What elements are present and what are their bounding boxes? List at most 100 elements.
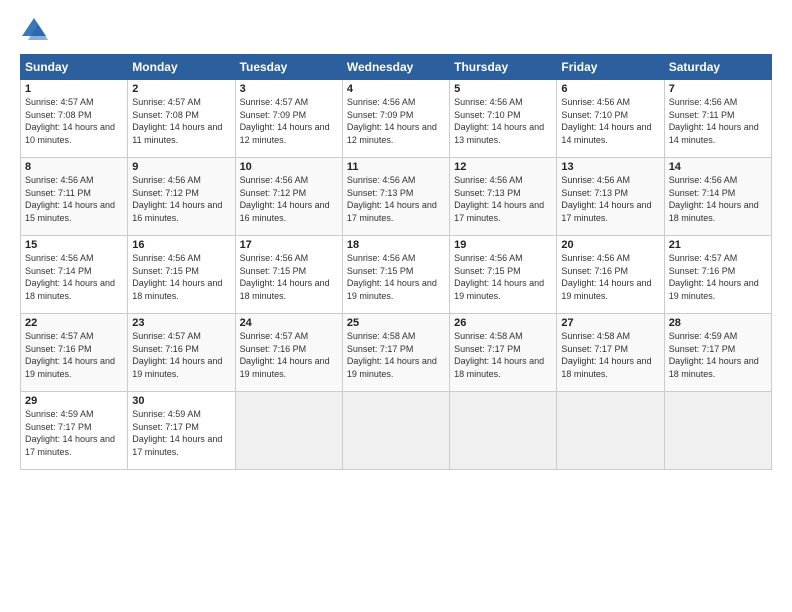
calendar-cell: 26 Sunrise: 4:58 AMSunset: 7:17 PMDayligh… — [450, 314, 557, 392]
day-number: 1 — [25, 83, 123, 95]
day-number: 22 — [25, 317, 123, 329]
page: SundayMondayTuesdayWednesdayThursdayFrid… — [0, 0, 792, 612]
day-number: 19 — [454, 239, 552, 251]
day-number: 15 — [25, 239, 123, 251]
calendar-cell: 6Sunrise: 4:56 AMSunset: 7:10 PMDaylight… — [557, 80, 664, 158]
day-number: 14 — [669, 161, 767, 173]
day-info: Sunrise: 4:59 AMSunset: 7:17 PMDaylight:… — [25, 409, 115, 457]
calendar-cell: 2Sunrise: 4:57 AMSunset: 7:08 PMDaylight… — [128, 80, 235, 158]
calendar-cell: 10 Sunrise: 4:56 AMSunset: 7:12 PMDayligh… — [235, 158, 342, 236]
calendar-cell: 16 Sunrise: 4:56 AMSunset: 7:15 PMDayligh… — [128, 236, 235, 314]
day-number: 24 — [240, 317, 338, 329]
calendar-week-row: 15 Sunrise: 4:56 AMSunset: 7:14 PMDayligh… — [21, 236, 772, 314]
day-number: 13 — [561, 161, 659, 173]
calendar-cell: 3Sunrise: 4:57 AMSunset: 7:09 PMDaylight… — [235, 80, 342, 158]
day-number: 3 — [240, 83, 338, 95]
day-info: Sunrise: 4:56 AMSunset: 7:13 PMDaylight:… — [561, 175, 651, 223]
day-number: 2 — [132, 83, 230, 95]
calendar-header-row: SundayMondayTuesdayWednesdayThursdayFrid… — [21, 55, 772, 80]
day-info: Sunrise: 4:56 AMSunset: 7:16 PMDaylight:… — [561, 253, 651, 301]
day-info: Sunrise: 4:56 AMSunset: 7:09 PMDaylight:… — [347, 97, 437, 145]
day-info: Sunrise: 4:56 AMSunset: 7:11 PMDaylight:… — [669, 97, 759, 145]
day-info: Sunrise: 4:59 AMSunset: 7:17 PMDaylight:… — [669, 331, 759, 379]
col-header-saturday: Saturday — [664, 55, 771, 80]
day-number: 21 — [669, 239, 767, 251]
calendar-cell: 12 Sunrise: 4:56 AMSunset: 7:13 PMDayligh… — [450, 158, 557, 236]
day-number: 18 — [347, 239, 445, 251]
day-number: 29 — [25, 395, 123, 407]
day-info: Sunrise: 4:58 AMSunset: 7:17 PMDaylight:… — [561, 331, 651, 379]
day-info: Sunrise: 4:56 AMSunset: 7:10 PMDaylight:… — [454, 97, 544, 145]
day-number: 5 — [454, 83, 552, 95]
day-info: Sunrise: 4:58 AMSunset: 7:17 PMDaylight:… — [347, 331, 437, 379]
day-number: 17 — [240, 239, 338, 251]
calendar-cell — [664, 392, 771, 470]
calendar-cell: 17 Sunrise: 4:56 AMSunset: 7:15 PMDayligh… — [235, 236, 342, 314]
day-number: 25 — [347, 317, 445, 329]
day-number: 16 — [132, 239, 230, 251]
calendar-cell: 22 Sunrise: 4:57 AMSunset: 7:16 PMDayligh… — [21, 314, 128, 392]
calendar-cell: 7Sunrise: 4:56 AMSunset: 7:11 PMDaylight… — [664, 80, 771, 158]
header — [20, 16, 772, 44]
day-info: Sunrise: 4:57 AMSunset: 7:16 PMDaylight:… — [132, 331, 222, 379]
day-number: 23 — [132, 317, 230, 329]
day-info: Sunrise: 4:56 AMSunset: 7:15 PMDaylight:… — [347, 253, 437, 301]
calendar-cell: 20 Sunrise: 4:56 AMSunset: 7:16 PMDayligh… — [557, 236, 664, 314]
day-info: Sunrise: 4:56 AMSunset: 7:15 PMDaylight:… — [454, 253, 544, 301]
calendar-cell: 25 Sunrise: 4:58 AMSunset: 7:17 PMDayligh… — [342, 314, 449, 392]
day-info: Sunrise: 4:59 AMSunset: 7:17 PMDaylight:… — [132, 409, 222, 457]
day-number: 30 — [132, 395, 230, 407]
day-info: Sunrise: 4:56 AMSunset: 7:15 PMDaylight:… — [240, 253, 330, 301]
day-info: Sunrise: 4:57 AMSunset: 7:08 PMDaylight:… — [25, 97, 115, 145]
calendar-cell — [342, 392, 449, 470]
calendar-cell: 19 Sunrise: 4:56 AMSunset: 7:15 PMDayligh… — [450, 236, 557, 314]
day-number: 10 — [240, 161, 338, 173]
day-info: Sunrise: 4:56 AMSunset: 7:13 PMDaylight:… — [454, 175, 544, 223]
col-header-sunday: Sunday — [21, 55, 128, 80]
calendar-cell: 14Sunrise: 4:56 AMSunset: 7:14 PMDayligh… — [664, 158, 771, 236]
calendar: SundayMondayTuesdayWednesdayThursdayFrid… — [20, 54, 772, 470]
col-header-thursday: Thursday — [450, 55, 557, 80]
col-header-wednesday: Wednesday — [342, 55, 449, 80]
calendar-week-row: 8 Sunrise: 4:56 AMSunset: 7:11 PMDaylight… — [21, 158, 772, 236]
calendar-cell: 21Sunrise: 4:57 AMSunset: 7:16 PMDayligh… — [664, 236, 771, 314]
day-info: Sunrise: 4:57 AMSunset: 7:16 PMDaylight:… — [240, 331, 330, 379]
day-number: 8 — [25, 161, 123, 173]
calendar-cell: 15 Sunrise: 4:56 AMSunset: 7:14 PMDayligh… — [21, 236, 128, 314]
calendar-cell: 5 Sunrise: 4:56 AMSunset: 7:10 PMDaylight… — [450, 80, 557, 158]
calendar-week-row: 29 Sunrise: 4:59 AMSunset: 7:17 PMDayligh… — [21, 392, 772, 470]
day-number: 11 — [347, 161, 445, 173]
day-number: 26 — [454, 317, 552, 329]
calendar-cell: 28Sunrise: 4:59 AMSunset: 7:17 PMDayligh… — [664, 314, 771, 392]
day-number: 20 — [561, 239, 659, 251]
day-info: Sunrise: 4:57 AMSunset: 7:16 PMDaylight:… — [25, 331, 115, 379]
calendar-cell: 24 Sunrise: 4:57 AMSunset: 7:16 PMDayligh… — [235, 314, 342, 392]
calendar-cell: 30 Sunrise: 4:59 AMSunset: 7:17 PMDayligh… — [128, 392, 235, 470]
calendar-cell: 8 Sunrise: 4:56 AMSunset: 7:11 PMDaylight… — [21, 158, 128, 236]
calendar-cell: 13 Sunrise: 4:56 AMSunset: 7:13 PMDayligh… — [557, 158, 664, 236]
day-number: 6 — [561, 83, 659, 95]
calendar-cell: 27Sunrise: 4:58 AMSunset: 7:17 PMDayligh… — [557, 314, 664, 392]
calendar-cell: 9Sunrise: 4:56 AMSunset: 7:12 PMDaylight… — [128, 158, 235, 236]
calendar-cell: 18 Sunrise: 4:56 AMSunset: 7:15 PMDayligh… — [342, 236, 449, 314]
col-header-tuesday: Tuesday — [235, 55, 342, 80]
day-info: Sunrise: 4:56 AMSunset: 7:12 PMDaylight:… — [240, 175, 330, 223]
calendar-cell: 11 Sunrise: 4:56 AMSunset: 7:13 PMDayligh… — [342, 158, 449, 236]
day-number: 12 — [454, 161, 552, 173]
calendar-cell — [235, 392, 342, 470]
calendar-cell — [450, 392, 557, 470]
calendar-cell — [557, 392, 664, 470]
calendar-cell: 29 Sunrise: 4:59 AMSunset: 7:17 PMDayligh… — [21, 392, 128, 470]
calendar-week-row: 1 Sunrise: 4:57 AMSunset: 7:08 PMDaylight… — [21, 80, 772, 158]
calendar-week-row: 22 Sunrise: 4:57 AMSunset: 7:16 PMDayligh… — [21, 314, 772, 392]
col-header-monday: Monday — [128, 55, 235, 80]
day-info: Sunrise: 4:56 AMSunset: 7:14 PMDaylight:… — [25, 253, 115, 301]
day-number: 4 — [347, 83, 445, 95]
day-info: Sunrise: 4:56 AMSunset: 7:15 PMDaylight:… — [132, 253, 222, 301]
day-number: 9 — [132, 161, 230, 173]
calendar-cell: 4 Sunrise: 4:56 AMSunset: 7:09 PMDaylight… — [342, 80, 449, 158]
day-info: Sunrise: 4:56 AMSunset: 7:11 PMDaylight:… — [25, 175, 115, 223]
day-info: Sunrise: 4:58 AMSunset: 7:17 PMDaylight:… — [454, 331, 544, 379]
day-info: Sunrise: 4:56 AMSunset: 7:13 PMDaylight:… — [347, 175, 437, 223]
calendar-cell: 1 Sunrise: 4:57 AMSunset: 7:08 PMDaylight… — [21, 80, 128, 158]
